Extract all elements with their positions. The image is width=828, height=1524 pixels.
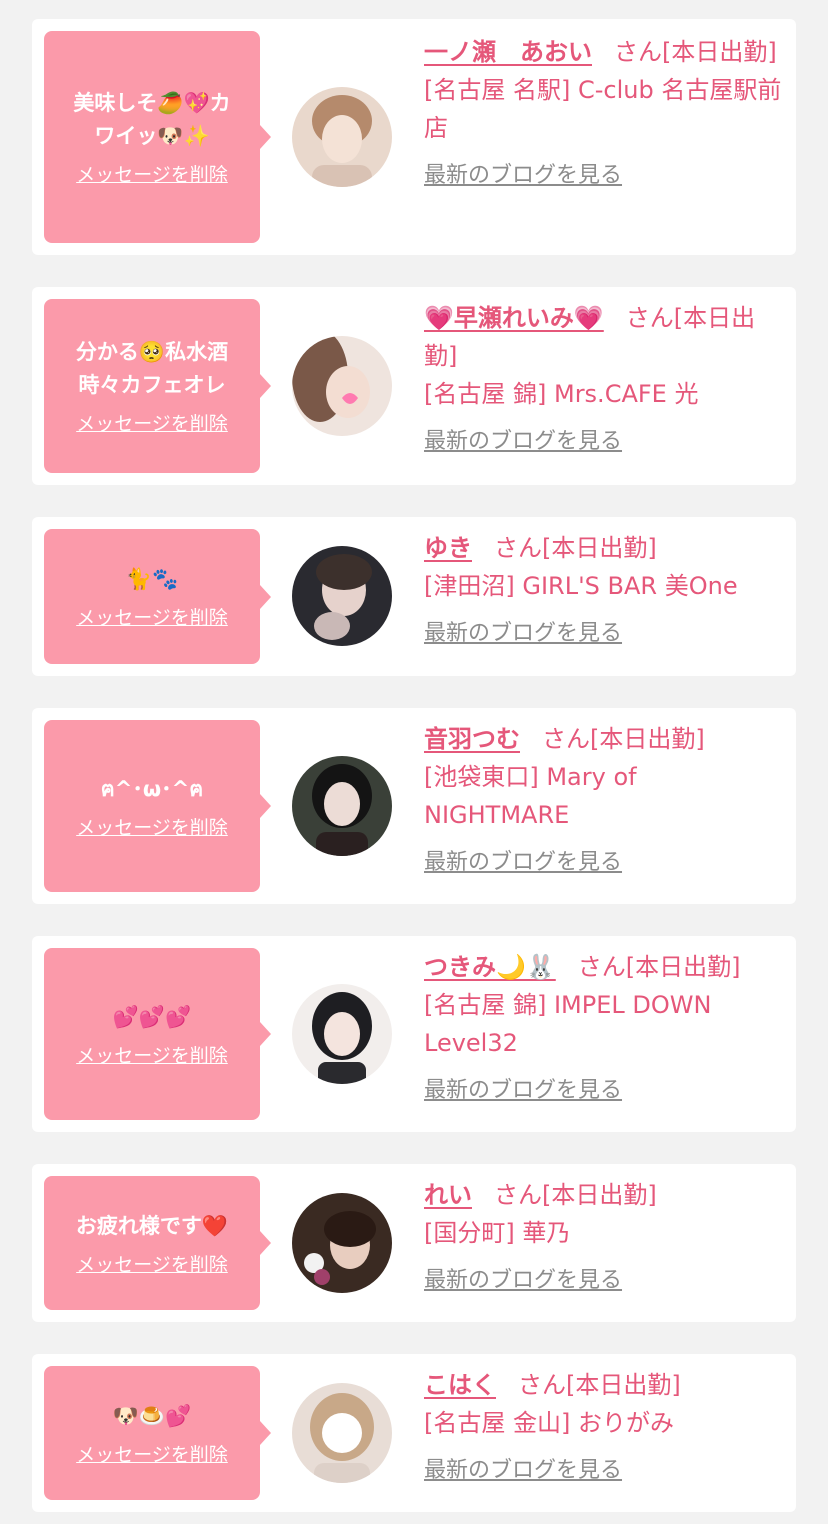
cast-name-link[interactable]: つきみ🌙🐰	[424, 953, 556, 981]
message-bubble: お疲れ様です❤️ メッセージを削除	[44, 1176, 271, 1310]
shop-name: [名古屋 錦] Mrs.CAFE 光	[424, 380, 699, 408]
message-bubble: ฅ^･ω･^ฅ メッセージを削除	[44, 720, 271, 892]
latest-blog-link[interactable]: 最新のブログを見る	[424, 1456, 622, 1486]
list-item: 美味しそ🥭💖カ ワイッ🐶✨ メッセージを削除 一ノ瀬 あおい さん[本日出勤] […	[32, 19, 796, 255]
message-bubble: 美味しそ🥭💖カ ワイッ🐶✨ メッセージを削除	[44, 31, 271, 243]
message-list: 美味しそ🥭💖カ ワイッ🐶✨ メッセージを削除 一ノ瀬 あおい さん[本日出勤] […	[0, 0, 828, 1524]
list-item: 🐶🍮💕 メッセージを削除 こはく さん[本日出勤] [名古屋 金山] おりがみ 最…	[32, 1354, 796, 1512]
cast-info: れい さん[本日出勤] [国分町] 華乃 最新のブログを見る	[424, 1176, 784, 1296]
list-item: 分かる🥺私水酒 時々カフェオレ メッセージを削除 💗早瀬れいみ💗 さん[本日出勤]…	[32, 287, 796, 485]
message-bubble: 🐈🐾 メッセージを削除	[44, 529, 271, 664]
latest-blog-link[interactable]: 最新のブログを見る	[424, 1266, 622, 1296]
avatar-image	[292, 756, 392, 856]
avatar[interactable]	[292, 756, 392, 856]
cast-info: 一ノ瀬 あおい さん[本日出勤] [名古屋 名駅] C-club 名古屋駅前店 最…	[424, 33, 784, 191]
shop-name: [名古屋 錦] IMPEL DOWN Level32	[424, 991, 712, 1057]
avatar[interactable]	[292, 1193, 392, 1293]
delete-message-link[interactable]: メッセージを削除	[76, 412, 228, 436]
message-text: 美味しそ🥭💖カ ワイッ🐶✨	[73, 91, 231, 148]
avatar[interactable]	[292, 87, 392, 187]
avatar-image	[292, 546, 392, 646]
avatar[interactable]	[292, 336, 392, 436]
attendance-status: さん[本日出勤]	[494, 1181, 657, 1209]
attendance-status: さん[本日出勤]	[494, 534, 657, 562]
shop-name: [国分町] 華乃	[424, 1219, 571, 1247]
avatar-image	[292, 336, 392, 436]
list-item: 🐈🐾 メッセージを削除 ゆき さん[本日出勤] [津田沼] GIRL'S BAR …	[32, 517, 796, 676]
attendance-status: さん[本日出勤]	[542, 725, 705, 753]
message-text: 🐈🐾	[125, 567, 179, 591]
delete-message-link[interactable]: メッセージを削除	[76, 1443, 228, 1467]
shop-name: [名古屋 金山] おりがみ	[424, 1409, 674, 1437]
latest-blog-link[interactable]: 最新のブログを見る	[424, 427, 622, 457]
message-bubble: 💕💕💕 メッセージを削除	[44, 948, 271, 1120]
cast-name-link[interactable]: こはく	[424, 1371, 496, 1399]
shop-name: [津田沼] GIRL'S BAR 美One	[424, 572, 738, 600]
avatar[interactable]	[292, 546, 392, 646]
cast-info: 音羽つむ さん[本日出勤] [池袋東口] Mary of NIGHTMARE 最新…	[424, 720, 784, 878]
cast-info: つきみ🌙🐰 さん[本日出勤] [名古屋 錦] IMPEL DOWN Level32…	[424, 948, 784, 1106]
avatar-image	[292, 984, 392, 1084]
message-text: 🐶🍮💕	[112, 1403, 192, 1428]
avatar-image	[292, 1193, 392, 1293]
avatar-image	[292, 1383, 392, 1483]
attendance-status: さん[本日出勤]	[518, 1371, 681, 1399]
shop-name: [池袋東口] Mary of NIGHTMARE	[424, 763, 637, 829]
cast-info: 💗早瀬れいみ💗 さん[本日出勤] [名古屋 錦] Mrs.CAFE 光 最新のブロ…	[424, 299, 784, 457]
delete-message-link[interactable]: メッセージを削除	[76, 816, 228, 840]
message-bubble: 分かる🥺私水酒 時々カフェオレ メッセージを削除	[44, 299, 271, 473]
latest-blog-link[interactable]: 最新のブログを見る	[424, 848, 622, 878]
avatar[interactable]	[292, 1383, 392, 1483]
message-text: 分かる🥺私水酒 時々カフェオレ	[75, 340, 229, 397]
attendance-status: さん[本日出勤]	[614, 38, 777, 66]
cast-name-link[interactable]: 💗早瀬れいみ💗	[424, 304, 604, 332]
latest-blog-link[interactable]: 最新のブログを見る	[424, 1076, 622, 1106]
cast-name-link[interactable]: れい	[424, 1181, 472, 1209]
cast-name-link[interactable]: 音羽つむ	[424, 725, 520, 753]
avatar-image	[292, 87, 392, 187]
list-item: お疲れ様です❤️ メッセージを削除 れい さん[本日出勤] [国分町] 華乃 最新…	[32, 1164, 796, 1322]
cast-info: ゆき さん[本日出勤] [津田沼] GIRL'S BAR 美One 最新のブログを…	[424, 529, 784, 649]
cast-name-link[interactable]: 一ノ瀬 あおい	[424, 38, 592, 66]
latest-blog-link[interactable]: 最新のブログを見る	[424, 619, 622, 649]
attendance-status: さん[本日出勤]	[577, 953, 741, 981]
message-text: お疲れ様です❤️	[75, 1213, 229, 1238]
message-text: ฅ^･ω･^ฅ	[100, 776, 204, 801]
message-bubble: 🐶🍮💕 メッセージを削除	[44, 1366, 271, 1500]
cast-info: こはく さん[本日出勤] [名古屋 金山] おりがみ 最新のブログを見る	[424, 1366, 784, 1486]
list-item: 💕💕💕 メッセージを削除 つきみ🌙🐰 さん[本日出勤] [名古屋 錦] IMPEL…	[32, 936, 796, 1132]
latest-blog-link[interactable]: 最新のブログを見る	[424, 161, 622, 191]
delete-message-link[interactable]: メッセージを削除	[76, 163, 228, 187]
avatar[interactable]	[292, 984, 392, 1084]
shop-name: [名古屋 名駅] C-club 名古屋駅前店	[424, 76, 782, 142]
delete-message-link[interactable]: メッセージを削除	[76, 1044, 228, 1068]
message-text: 💕💕💕	[112, 1004, 192, 1029]
delete-message-link[interactable]: メッセージを削除	[76, 1253, 228, 1277]
cast-name-link[interactable]: ゆき	[424, 534, 472, 562]
list-item: ฅ^･ω･^ฅ メッセージを削除 音羽つむ さん[本日出勤] [池袋東口] Mar…	[32, 708, 796, 904]
delete-message-link[interactable]: メッセージを削除	[76, 606, 228, 630]
